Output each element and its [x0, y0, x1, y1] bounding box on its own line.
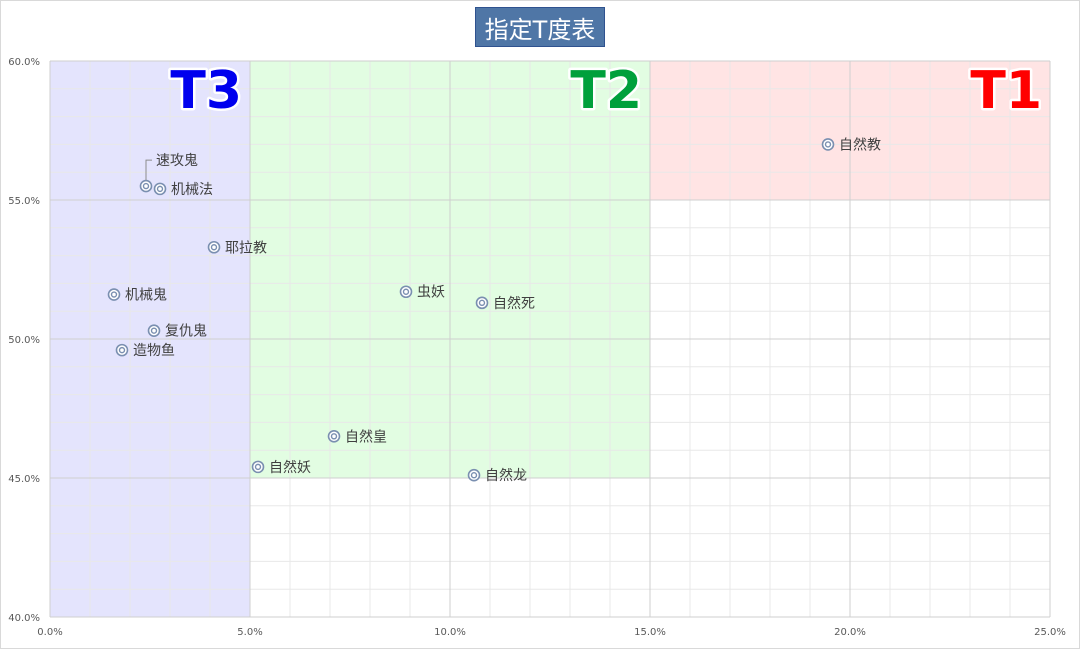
- x-tick-label: 5.0%: [237, 627, 262, 638]
- marker-outer: [207, 240, 221, 254]
- data-label: 复仇鬼: [165, 323, 207, 340]
- marker-outer: [107, 288, 121, 301]
- x-tick-label: 0.0%: [37, 627, 62, 638]
- marker-outer: [399, 285, 413, 299]
- marker-outer: [153, 182, 167, 196]
- data-label: 耶拉教: [225, 240, 267, 256]
- data-label: 自然死: [493, 295, 535, 312]
- data-label: 造物鱼: [133, 342, 175, 359]
- marker-outer: [475, 296, 489, 310]
- data-label: 速攻鬼: [156, 153, 198, 169]
- marker-outer: [147, 324, 161, 337]
- data-label: 自然龙: [485, 467, 527, 484]
- y-tick-label: 50.0%: [8, 335, 40, 346]
- marker-outer: [821, 138, 835, 151]
- tier-label-t1: T1: [970, 61, 1042, 121]
- data-label: 机械鬼: [125, 288, 167, 304]
- data-label: 自然皇: [345, 428, 387, 445]
- x-tick-label: 10.0%: [434, 627, 466, 638]
- x-tick-label: 25.0%: [1034, 627, 1066, 638]
- y-tick-label: 60.0%: [8, 57, 40, 68]
- marker-outer: [251, 460, 265, 474]
- y-tick-label: 55.0%: [8, 196, 40, 207]
- x-tick-label: 20.0%: [834, 627, 866, 638]
- marker-outer: [467, 468, 481, 482]
- data-label: 虫妖: [417, 285, 445, 301]
- x-tick-label: 15.0%: [634, 627, 666, 638]
- tier-label-t3: T3: [170, 61, 242, 121]
- data-label: 自然妖: [269, 459, 311, 476]
- marker-outer: [327, 429, 341, 443]
- data-label: 自然教: [839, 136, 881, 153]
- tier-label-t2: T2: [570, 61, 642, 121]
- y-tick-label: 40.0%: [8, 613, 40, 624]
- marker-outer: [139, 179, 153, 193]
- data-label: 机械法: [171, 182, 213, 198]
- scatter-chart: 0.0% 5.0% 10.0% 15.0% 20.0% 25.0% 40.0% 45.0% 50…: [8, 57, 1066, 638]
- y-tick-label: 45.0%: [8, 474, 40, 485]
- marker-outer: [115, 343, 129, 357]
